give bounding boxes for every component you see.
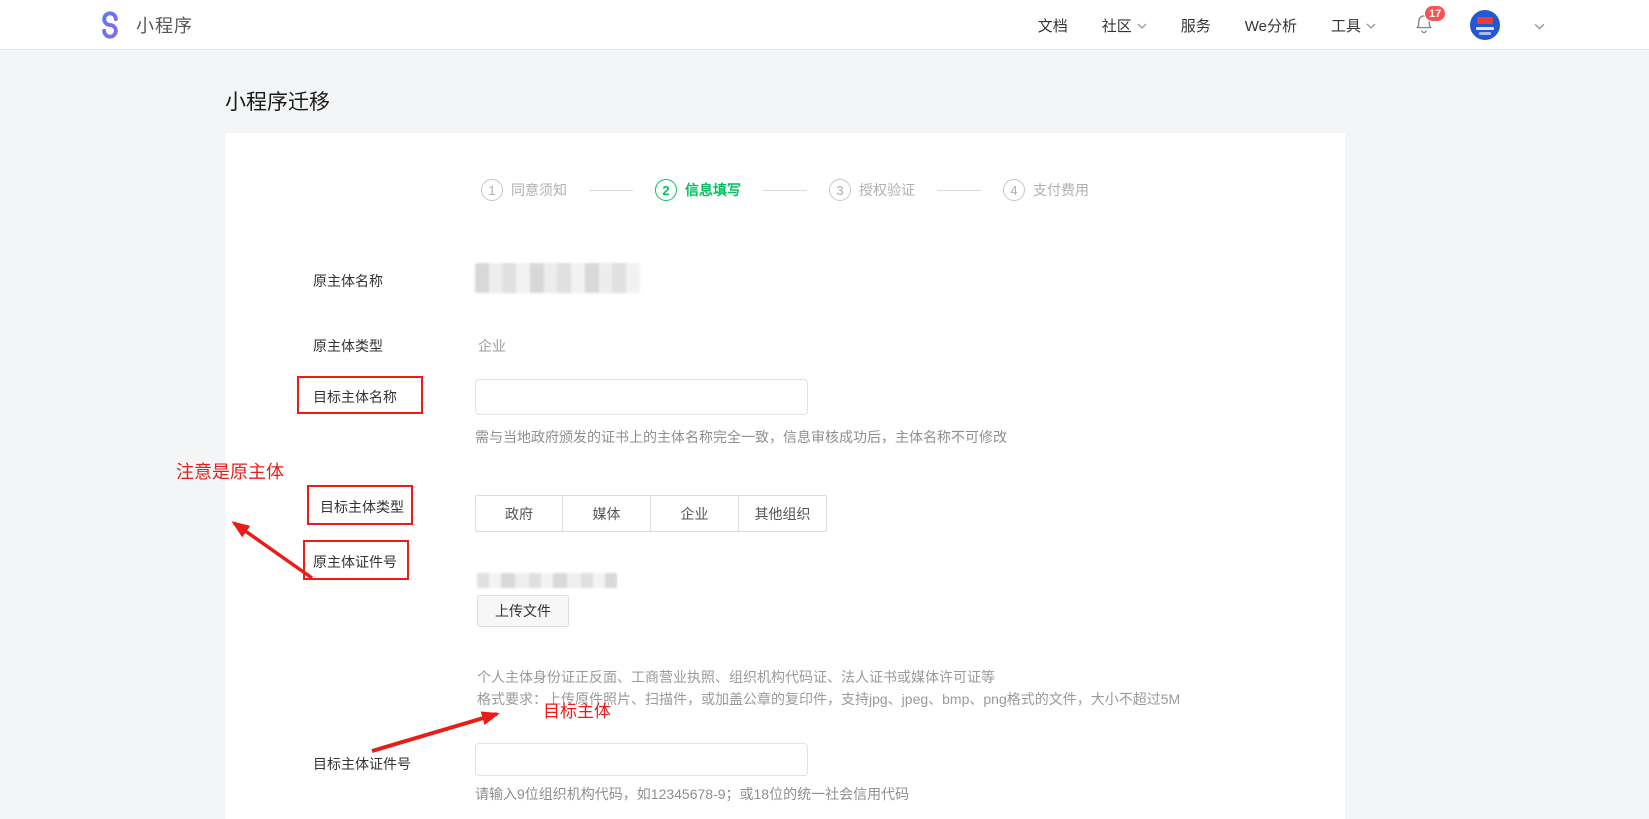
- step-separator: [763, 190, 807, 191]
- target-type-option-other-org[interactable]: 其他组织: [739, 495, 827, 532]
- miniprogram-logo-icon: [95, 9, 125, 41]
- top-nav-menu: 文档 社区 服务 We分析 工具 17: [1038, 0, 1545, 50]
- nav-item-we-analytics[interactable]: We分析: [1245, 15, 1297, 36]
- step-pay-fee: 4 支付费用: [1003, 179, 1089, 201]
- nav-item-community[interactable]: 社区: [1102, 15, 1147, 36]
- target-cert-hint: 请输入9位组织机构代码，如12345678-9；或18位的统一社会信用代码: [475, 784, 909, 804]
- target-type-segmented-control: 政府 媒体 企业 其他组织: [475, 495, 827, 532]
- step-separator: [937, 190, 981, 191]
- avatar-text-decoration: [1479, 32, 1491, 35]
- step-authorize-verify: 3 授权验证: [829, 179, 915, 201]
- target-type-option-government[interactable]: 政府: [475, 495, 563, 532]
- page-title: 小程序迁移: [225, 86, 330, 116]
- original-cert-label: 原主体证件号: [313, 552, 397, 572]
- avatar-seal-decoration: [1477, 17, 1493, 24]
- nav-item-tools[interactable]: 工具: [1331, 15, 1376, 36]
- redacted-original-name-value: [475, 263, 640, 293]
- notification-count-badge: 17: [1424, 5, 1446, 22]
- target-name-hint: 需与当地政府颁发的证书上的主体名称完全一致，信息审核成功后，主体名称不可修改: [475, 427, 1007, 447]
- target-name-input[interactable]: [475, 379, 808, 415]
- target-name-label: 目标主体名称: [313, 387, 397, 407]
- user-avatar[interactable]: [1470, 10, 1500, 40]
- target-type-label: 目标主体类型: [320, 497, 404, 517]
- step-indicator: 1 同意须知 2 信息填写 3 授权验证 4 支付费用: [225, 179, 1345, 201]
- original-type-value: 企业: [478, 336, 506, 356]
- target-type-option-media[interactable]: 媒体: [563, 495, 651, 532]
- step-agree-notice: 1 同意须知: [481, 179, 567, 201]
- chevron-down-icon: [1366, 23, 1376, 29]
- target-cert-label: 目标主体证件号: [313, 754, 411, 774]
- brand-home-link[interactable]: 小程序: [95, 0, 193, 50]
- migration-form-card: 1 同意须知 2 信息填写 3 授权验证 4 支付费用 原主体名称 原主体类型: [225, 133, 1345, 819]
- step-fill-info: 2 信息填写: [655, 179, 741, 201]
- target-type-option-enterprise[interactable]: 企业: [651, 495, 739, 532]
- brand-title: 小程序: [136, 12, 193, 38]
- nav-item-docs[interactable]: 文档: [1038, 15, 1068, 36]
- target-cert-input[interactable]: [475, 743, 808, 776]
- step-separator: [589, 190, 633, 191]
- original-type-label: 原主体类型: [313, 336, 383, 356]
- avatar-text-decoration: [1476, 27, 1494, 30]
- cert-description-line2: 格式要求：上传原件照片、扫描件，或加盖公章的复印件，支持jpg、jpeg、bmp…: [477, 689, 1180, 709]
- account-chevron-down-icon[interactable]: [1534, 23, 1545, 30]
- cert-description-line1: 个人主体身份证正反面、工商营业执照、组织机构代码证、法人证书或媒体许可证等: [477, 667, 995, 687]
- screen: 小程序 文档 社区 服务 We分析 工具: [0, 0, 1649, 819]
- original-name-label: 原主体名称: [313, 271, 383, 291]
- notification-bell-button[interactable]: 17: [1414, 13, 1436, 37]
- chevron-down-icon: [1137, 23, 1147, 29]
- redacted-original-cert-value: [477, 573, 617, 588]
- top-navigation-bar: 小程序 文档 社区 服务 We分析 工具: [0, 0, 1649, 50]
- nav-item-services[interactable]: 服务: [1181, 15, 1211, 36]
- upload-file-button[interactable]: 上传文件: [477, 595, 569, 627]
